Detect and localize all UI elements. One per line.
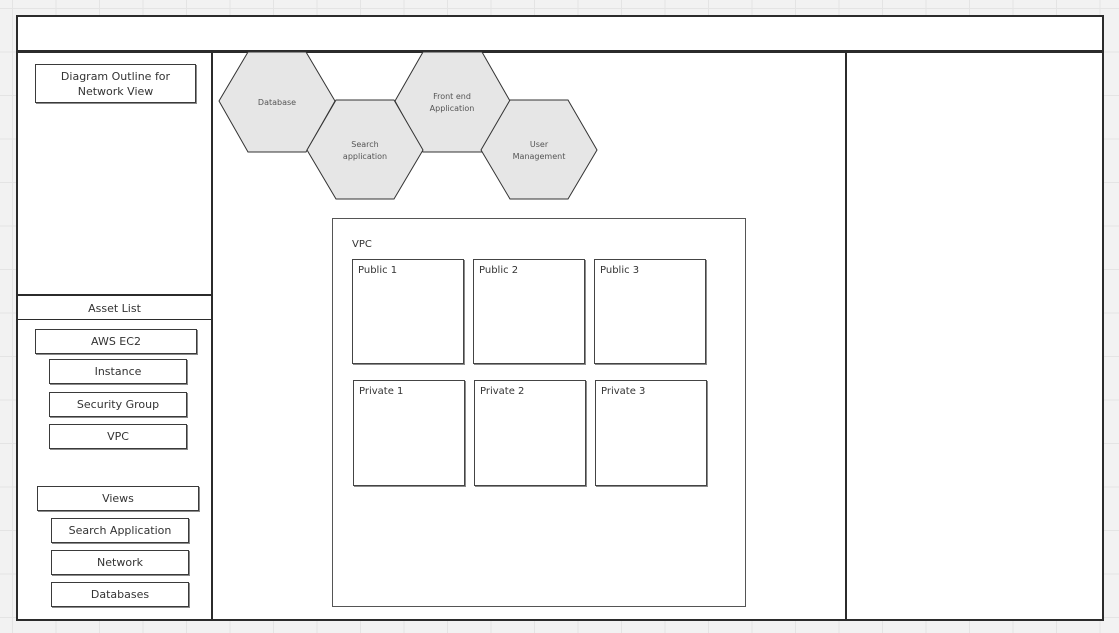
vpc-label: VPC — [352, 239, 372, 250]
hexagon-label: User — [530, 140, 549, 149]
subnet-label: Private 1 — [359, 386, 404, 397]
subnet-public-1[interactable]: Public 1 — [352, 259, 464, 364]
subnet-public-3[interactable]: Public 3 — [594, 259, 706, 364]
hexagon-label: Application — [430, 104, 475, 113]
subnet-label: Private 3 — [601, 386, 646, 397]
hexagon-label: application — [343, 152, 387, 161]
subnet-label: Public 2 — [479, 265, 519, 276]
subnet-private-2[interactable]: Private 2 — [474, 380, 586, 486]
subnet-label: Public 3 — [600, 265, 640, 276]
hexagon-label: Management — [513, 152, 566, 161]
subnet-private-1[interactable]: Private 1 — [353, 380, 465, 486]
subnet-private-3[interactable]: Private 3 — [595, 380, 707, 486]
hexagon-label: Search — [351, 140, 378, 149]
subnet-label: Private 2 — [480, 386, 525, 397]
hexagon-label: Database — [258, 98, 296, 107]
hexagon-label: Front end — [433, 92, 471, 101]
subnet-public-2[interactable]: Public 2 — [473, 259, 585, 364]
subnet-label: Public 1 — [358, 265, 398, 276]
